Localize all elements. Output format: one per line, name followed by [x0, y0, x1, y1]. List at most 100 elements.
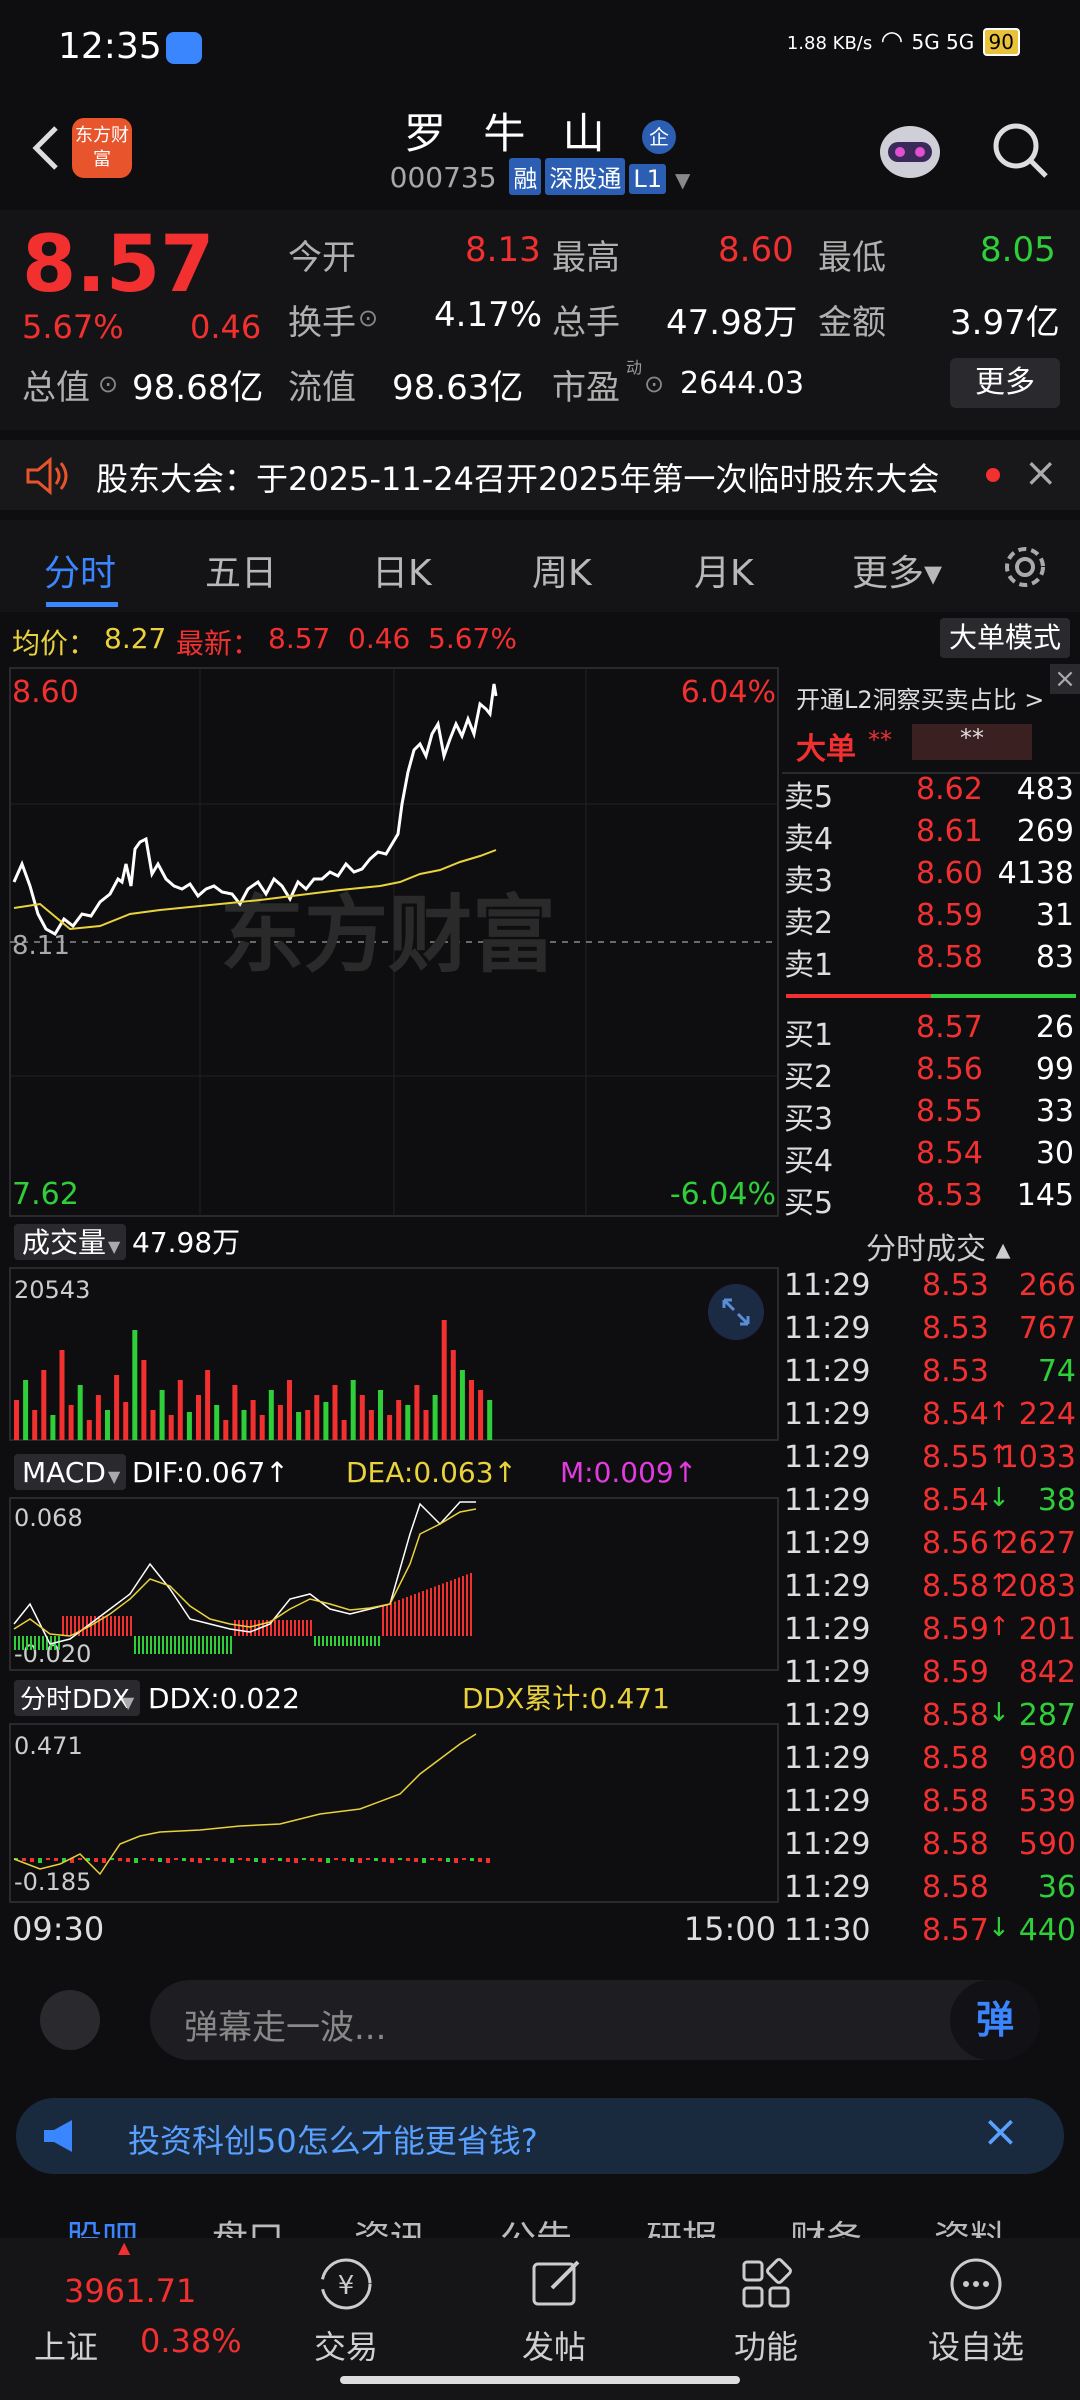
close-icon[interactable]: ×	[1024, 450, 1058, 496]
danmu-send-button[interactable]: 弹	[950, 1980, 1040, 2060]
index-name[interactable]: 上证	[34, 2322, 98, 2368]
bid-row[interactable]: 买5 8.53 145	[784, 1178, 1074, 1221]
ask-row[interactable]: 卖1 8.58 83	[784, 940, 1074, 983]
open-label: 今开	[288, 238, 356, 278]
sub-tab[interactable]: 资料	[934, 2210, 1006, 2238]
search-icon[interactable]	[990, 120, 1050, 180]
macd-bar	[434, 1586, 436, 1636]
gear-icon[interactable]	[1000, 542, 1050, 592]
macd-bar	[122, 1616, 124, 1636]
nav-add-watchlist[interactable]: 设自选	[928, 2322, 1024, 2368]
macd-bar	[410, 1595, 412, 1636]
macd-bar	[458, 1577, 460, 1636]
ask-row[interactable]: 卖2 8.59 31	[784, 898, 1074, 941]
macd-bar	[186, 1636, 188, 1654]
volume-bar	[123, 1402, 129, 1440]
caret-up-icon: ▲	[118, 2238, 131, 2257]
close-icon[interactable]: ×	[982, 2106, 1019, 2157]
l2-upgrade-link[interactable]: 开通L2洞察买卖占比 >	[796, 680, 1044, 715]
battery-icon: 90	[982, 28, 1020, 56]
danmu-toggle-icon[interactable]	[40, 1990, 100, 2050]
sub-tab[interactable]: 资讯	[354, 2210, 426, 2238]
tick-row: 11:29 8.59 842	[784, 1655, 1076, 1690]
ad-banner[interactable]: 投资科创50怎么才能更省钱? ×	[16, 2098, 1064, 2174]
volume-bar	[268, 1390, 274, 1440]
tick-row: 11:29 8.58 36	[784, 1870, 1076, 1905]
tab-daily-k[interactable]: 日K	[372, 544, 432, 596]
time-axis-end: 15:00	[684, 1910, 776, 1948]
ddx-bar	[166, 1858, 170, 1863]
notice-bar[interactable]: 股东大会：于2025-11-24召开2025年第一次临时股东大会 ×	[0, 440, 1080, 510]
ddx-bar	[262, 1858, 266, 1863]
tab-more[interactable]: 更多▾	[852, 544, 942, 596]
edit-post-icon[interactable]	[526, 2254, 586, 2314]
intraday-chart[interactable]: 东方财富 8.60 7.62 6.04% -6.04% 8.11 成交量 ▼ 4…	[0, 664, 780, 1954]
nav-functions[interactable]: 功能	[734, 2322, 798, 2368]
danmu-input[interactable]: 弹幕走一波... 弹	[150, 1980, 1040, 2060]
sub-tab[interactable]: 公告	[500, 2210, 572, 2238]
bid-row[interactable]: 买4 8.54 30	[784, 1136, 1074, 1179]
macd-bar	[106, 1616, 108, 1636]
volume-bar	[241, 1410, 247, 1440]
robot-assistant-icon[interactable]	[870, 110, 950, 190]
ddx-bar	[278, 1858, 282, 1861]
big-order-mode-button[interactable]: 大单模式	[940, 618, 1070, 658]
bid-row[interactable]: 买1 8.57 26	[784, 1010, 1074, 1053]
index-value[interactable]: 3961.71	[64, 2272, 196, 2310]
volume-bar	[95, 1395, 101, 1440]
macd-bar	[234, 1620, 236, 1636]
volume-bar	[487, 1400, 493, 1440]
volume-bar	[214, 1405, 220, 1440]
macd-bar	[98, 1616, 100, 1636]
tab-5day[interactable]: 五日	[205, 544, 277, 596]
macd-bar	[70, 1616, 72, 1636]
macd-bar	[38, 1636, 40, 1650]
tab-weekly-k[interactable]: 周K	[532, 544, 592, 596]
ddx-bar	[118, 1858, 122, 1861]
macd-bar	[398, 1600, 400, 1636]
macd-bar	[438, 1585, 440, 1636]
grid-apps-icon[interactable]	[736, 2254, 796, 2314]
ddx-bar	[486, 1858, 490, 1863]
amount-value: 3.97亿	[950, 303, 1060, 343]
bid-row[interactable]: 买3 8.55 33	[784, 1094, 1074, 1137]
bid-row[interactable]: 买2 8.56 99	[784, 1052, 1074, 1095]
wifi-icon: ◠	[880, 26, 904, 56]
yen-exchange-icon[interactable]: ¥	[316, 2254, 376, 2314]
nav-post[interactable]: 发帖	[522, 2322, 586, 2368]
macd-bar	[354, 1636, 356, 1646]
info-icon[interactable]: ⊙	[98, 370, 118, 398]
ticks-title[interactable]: 分时成交 ▴	[866, 1224, 1011, 1268]
big-order-value-2: **	[912, 724, 1032, 760]
ask-row[interactable]: 卖4 8.61 269	[784, 814, 1074, 857]
expand-icon[interactable]	[708, 1284, 764, 1340]
more-button[interactable]: 更多	[950, 358, 1060, 408]
sub-tab[interactable]: 盘口	[212, 2210, 284, 2238]
ddx-bar	[342, 1858, 346, 1861]
tick-row: 11:29 8.59 ↑ 201	[784, 1612, 1076, 1647]
sub-tab[interactable]: 研报	[646, 2210, 718, 2238]
sub-tab[interactable]: 股吧	[66, 2210, 138, 2238]
sub-tab[interactable]: 财务	[790, 2210, 862, 2238]
close-icon[interactable]: ×	[1050, 664, 1080, 694]
macd-bar	[330, 1636, 332, 1646]
info-icon[interactable]: ⊙	[644, 370, 664, 398]
tab-intraday[interactable]: 分时	[44, 544, 116, 596]
index-pct[interactable]: 0.38%	[140, 2322, 242, 2360]
chg-value: 0.46	[348, 622, 411, 655]
ddx-bar	[182, 1858, 186, 1861]
ask-row[interactable]: 卖3 8.60 4138	[784, 856, 1074, 899]
mcap-label: 总值	[22, 368, 90, 408]
tab-monthly-k[interactable]: 月K	[694, 544, 754, 596]
more-dots-icon[interactable]	[946, 2254, 1006, 2314]
info-icon[interactable]: ⊙	[358, 304, 378, 332]
nav-trade[interactable]: 交易	[314, 2322, 378, 2368]
volume-bar	[159, 1390, 165, 1440]
macd-bar	[194, 1636, 196, 1654]
change-percent: 5.67%	[22, 308, 124, 346]
volume-bar	[350, 1380, 356, 1440]
ddx-bar	[414, 1858, 418, 1862]
ask-row[interactable]: 卖5 8.62 483	[784, 772, 1074, 815]
pct-axis-bottom: -6.04%	[670, 1177, 776, 1212]
volume-value: 47.98万	[666, 303, 798, 343]
